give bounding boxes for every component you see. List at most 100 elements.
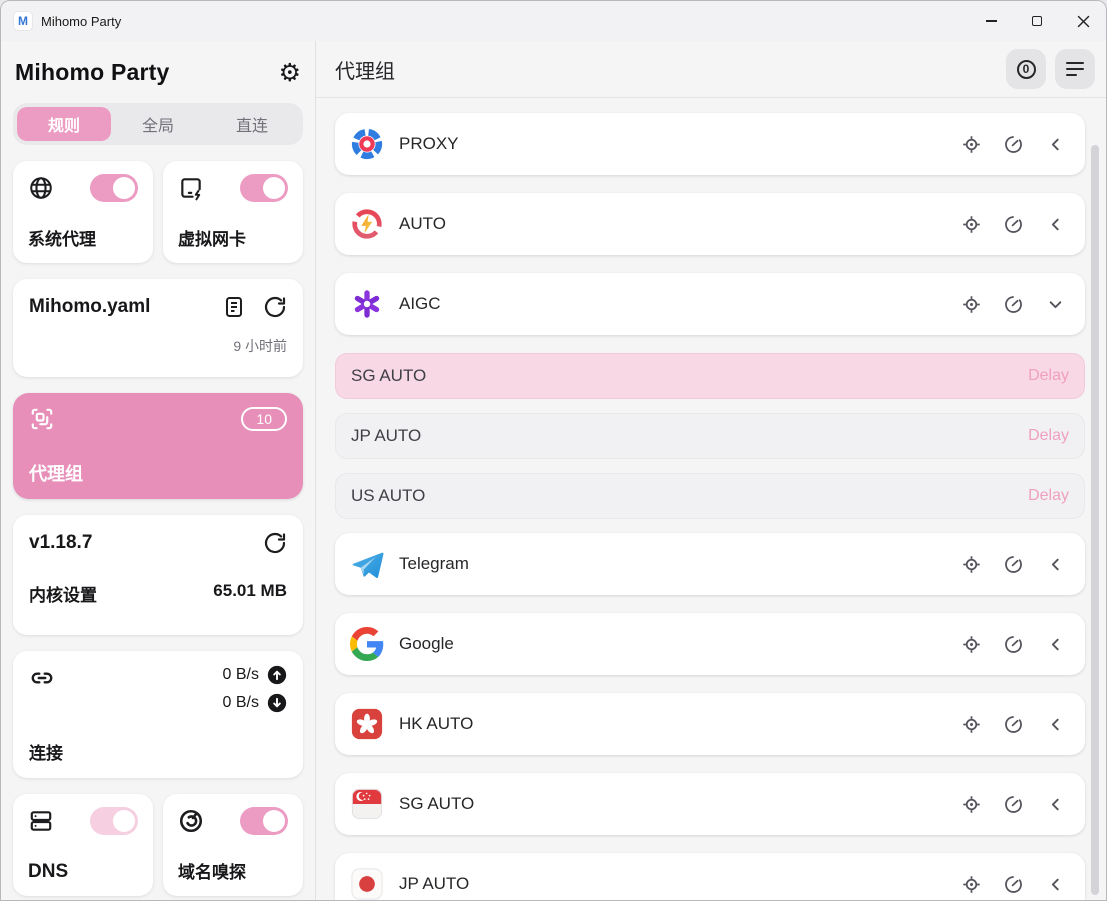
minimize-button[interactable]	[968, 1, 1014, 41]
app-logo-icon: M	[13, 11, 33, 31]
locate-node-icon[interactable]	[961, 794, 982, 815]
group-name: AIGC	[399, 294, 441, 314]
chevron-left-icon[interactable]	[1045, 214, 1066, 235]
chevron-down-icon[interactable]	[1045, 294, 1066, 315]
locate-node-icon[interactable]	[961, 294, 982, 315]
list-lines-icon	[1066, 62, 1084, 76]
sniff-card[interactable]: 域名嗅探	[163, 794, 303, 896]
dns-card[interactable]: DNS	[13, 794, 153, 896]
locate-node-icon[interactable]	[961, 554, 982, 575]
sg-flag-icon	[350, 787, 384, 821]
maximize-icon	[1032, 16, 1042, 26]
upload-speed: 0 B/s	[223, 666, 259, 684]
core-memory-usage: 65.01 MB	[213, 581, 287, 606]
proxy-item-us-auto[interactable]: US AUTO Delay	[335, 473, 1085, 519]
link-icon	[29, 665, 55, 691]
group-row-telegram[interactable]: Telegram	[335, 533, 1085, 595]
proxy-groups-label: 代理组	[29, 460, 287, 486]
delay-label: Delay	[1028, 367, 1069, 385]
telegram-logo-icon	[350, 547, 384, 581]
page-title: 代理组	[335, 55, 395, 84]
close-icon	[1077, 15, 1090, 28]
core-settings-card[interactable]: v1.18.7 内核设置 65.01 MB	[13, 515, 303, 635]
profile-refresh-icon[interactable]	[263, 295, 287, 319]
chevron-left-icon[interactable]	[1045, 794, 1066, 815]
openai-logo-icon	[350, 287, 384, 321]
proxy-item-sg-auto[interactable]: SG AUTO Delay	[335, 353, 1085, 399]
tab-direct-mode[interactable]: 直连	[205, 107, 299, 141]
group-row-jp-auto[interactable]: JP AUTO	[335, 853, 1085, 900]
group-row-sg-auto[interactable]: SG AUTO	[335, 773, 1085, 835]
sniff-toggle[interactable]	[240, 807, 288, 835]
connections-card[interactable]: 0 B/s 0 B/s 连接	[13, 651, 303, 778]
upload-arrow-icon	[267, 665, 287, 685]
sniff-label: 域名嗅探	[178, 858, 288, 883]
jp-flag-icon	[350, 867, 384, 900]
speedtest-icon[interactable]	[1003, 554, 1024, 575]
chevron-left-icon[interactable]	[1045, 634, 1066, 655]
chevron-left-icon[interactable]	[1045, 134, 1066, 155]
proxy-groups-page: 代理组 0 PROXY	[316, 41, 1106, 900]
core-settings-label: 内核设置	[29, 581, 97, 606]
core-version: v1.18.7	[29, 532, 92, 554]
scrollbar-thumb[interactable]	[1091, 145, 1099, 895]
locate-node-icon[interactable]	[961, 714, 982, 735]
group-name: Google	[399, 634, 454, 654]
sidebar: Mihomo Party ⚙ 规则 全局 直连 系统代理	[1, 41, 316, 900]
speedtest-icon[interactable]	[1003, 714, 1024, 735]
tun-toggle[interactable]	[240, 174, 288, 202]
locate-node-icon[interactable]	[961, 634, 982, 655]
settings-gear-icon[interactable]: ⚙	[279, 60, 301, 85]
close-button[interactable]	[1060, 1, 1106, 41]
group-row-google[interactable]: Google	[335, 613, 1085, 675]
group-name: JP AUTO	[399, 874, 469, 894]
speedtest-icon[interactable]	[1003, 134, 1024, 155]
tab-global-mode[interactable]: 全局	[111, 107, 205, 141]
core-restart-icon[interactable]	[263, 531, 287, 555]
profile-name: Mihomo.yaml	[29, 296, 150, 318]
chevron-left-icon[interactable]	[1045, 874, 1066, 895]
system-proxy-label: 系统代理	[28, 225, 138, 250]
maximize-button[interactable]	[1014, 1, 1060, 41]
group-name: Telegram	[399, 554, 469, 574]
window-title: Mihomo Party	[41, 14, 121, 29]
system-proxy-toggle[interactable]	[90, 174, 138, 202]
locate-node-icon[interactable]	[961, 214, 982, 235]
google-logo-icon	[350, 627, 384, 661]
group-row-aigc[interactable]: AIGC	[335, 273, 1085, 335]
speedtest-icon[interactable]	[1003, 874, 1024, 895]
speedtest-icon[interactable]	[1003, 794, 1024, 815]
profile-edit-icon[interactable]	[222, 295, 246, 319]
app-logo-letter: M	[18, 14, 28, 28]
group-row-proxy[interactable]: PROXY	[335, 113, 1085, 175]
tun-device-icon	[178, 175, 204, 201]
proxy-item-name: SG AUTO	[351, 366, 426, 386]
group-row-auto[interactable]: AUTO	[335, 193, 1085, 255]
proxy-groups-count-badge: 10	[241, 407, 287, 431]
tun-label: 虚拟网卡	[178, 225, 288, 250]
locate-node-icon[interactable]	[961, 134, 982, 155]
list-layout-button[interactable]	[1055, 49, 1095, 89]
dns-toggle[interactable]	[90, 807, 138, 835]
group-row-hk-auto[interactable]: HK AUTO	[335, 693, 1085, 755]
group-name: AUTO	[399, 214, 446, 234]
tab-rule-mode[interactable]: 规则	[17, 107, 111, 141]
chevron-left-icon[interactable]	[1045, 714, 1066, 735]
proxy-groups-icon	[29, 406, 55, 432]
speedtest-icon[interactable]	[1003, 294, 1024, 315]
system-proxy-card[interactable]: 系统代理	[13, 161, 153, 263]
profile-updated-time: 9 小时前	[29, 336, 287, 356]
auto-logo-icon	[350, 207, 384, 241]
speedtest-icon[interactable]	[1003, 634, 1024, 655]
profile-card[interactable]: Mihomo.yaml 9 小时前	[13, 279, 303, 377]
locate-node-icon[interactable]	[961, 874, 982, 895]
chevron-left-icon[interactable]	[1045, 554, 1066, 575]
sidebar-item-proxy-groups[interactable]: 10 代理组	[13, 393, 303, 499]
app-window: M Mihomo Party Mihomo Party ⚙ 规则 全局 直连	[0, 0, 1107, 901]
sort-default-button[interactable]: 0	[1006, 49, 1046, 89]
tun-card[interactable]: 虚拟网卡	[163, 161, 303, 263]
speedtest-icon[interactable]	[1003, 214, 1024, 235]
connections-label: 连接	[29, 739, 287, 764]
group-name: PROXY	[399, 134, 459, 154]
proxy-item-jp-auto[interactable]: JP AUTO Delay	[335, 413, 1085, 459]
